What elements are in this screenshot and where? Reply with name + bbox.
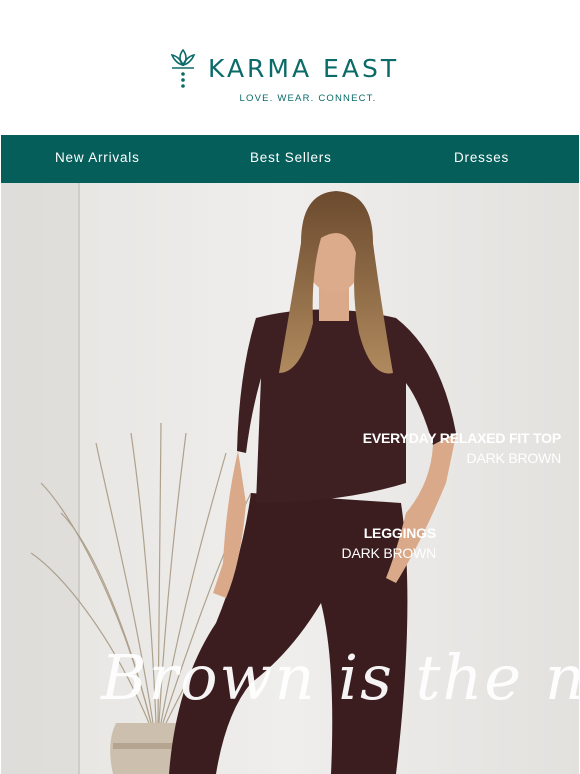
hero-headline: Brown is the new xyxy=(101,641,579,714)
product-label-leggings[interactable]: LEGGINGS DARK BROWN xyxy=(341,525,437,561)
email-header: KARMA EAST LOVE. WEAR. CONNECT. xyxy=(0,0,580,135)
brand-logo[interactable]: KARMA EAST xyxy=(168,46,399,90)
nav-dresses[interactable]: Dresses xyxy=(454,150,509,165)
nav-new-arrivals[interactable]: New Arrivals xyxy=(55,150,140,165)
product-color: DARK BROWN xyxy=(466,450,562,466)
brand-name: KARMA EAST xyxy=(208,53,400,83)
main-nav: New Arrivals Best Sellers Dresses xyxy=(1,135,579,183)
hero-banner[interactable]: EVERYDAY RELAXED FIT TOP DARK BROWN LEGG… xyxy=(1,183,579,774)
lotus-icon xyxy=(170,48,196,88)
product-color: DARK BROWN xyxy=(341,545,437,561)
product-name: LEGGINGS xyxy=(363,525,436,541)
nav-best-sellers[interactable]: Best Sellers xyxy=(250,150,332,165)
brand-tagline: LOVE. WEAR. CONNECT. xyxy=(239,93,377,104)
product-label-top[interactable]: EVERYDAY RELAXED FIT TOP DARK BROWN xyxy=(363,430,561,466)
product-name: EVERYDAY RELAXED FIT TOP xyxy=(362,430,561,446)
